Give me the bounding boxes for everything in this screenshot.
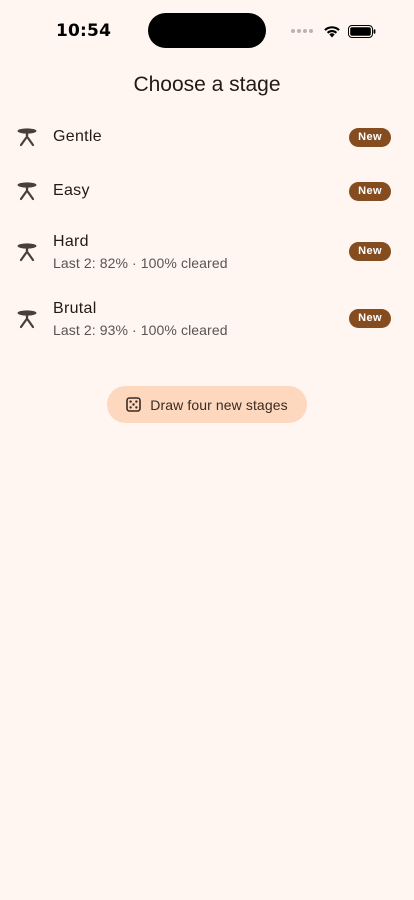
stage-name: Brutal — [53, 299, 97, 317]
draw-new-stages-label: Draw four new stages — [150, 396, 288, 413]
stage-name: Hard — [53, 232, 89, 250]
stool-icon — [17, 309, 37, 328]
dice-icon — [126, 397, 142, 412]
stool-icon — [17, 128, 37, 147]
stage-name: Easy — [53, 182, 90, 199]
status-icons — [291, 22, 376, 40]
wifi-icon — [324, 25, 340, 37]
dynamic-island — [148, 13, 266, 48]
stage-stats: Last 2: 82% · 100% cleared — [53, 254, 228, 271]
battery-icon — [348, 24, 376, 38]
stage-list: Gentle New Easy New Hard Last 2: 82% · 1… — [0, 110, 414, 352]
stool-icon — [17, 182, 37, 201]
new-badge: New — [349, 127, 391, 147]
signal-dots-icon — [291, 29, 315, 33]
stage-item-brutal[interactable]: Brutal Last 2: 93% · 100% cleared New — [0, 285, 414, 352]
status-time: 10:54 — [56, 21, 112, 41]
stage-item-gentle[interactable]: Gentle New — [0, 110, 414, 164]
stage-item-hard[interactable]: Hard Last 2: 82% · 100% cleared New — [0, 218, 414, 285]
new-badge: New — [349, 309, 391, 328]
draw-new-stages-button[interactable]: Draw four new stages — [107, 386, 307, 423]
stage-name: Gentle — [53, 128, 102, 145]
stage-stats: Last 2: 93% · 100% cleared — [53, 321, 228, 338]
new-badge: New — [349, 242, 391, 261]
page-title: Choose a stage — [133, 73, 281, 96]
stage-item-easy[interactable]: Easy New — [0, 164, 414, 218]
stool-icon — [17, 242, 37, 261]
status-bar: 10:54 — [0, 0, 414, 62]
new-badge: New — [349, 181, 391, 201]
